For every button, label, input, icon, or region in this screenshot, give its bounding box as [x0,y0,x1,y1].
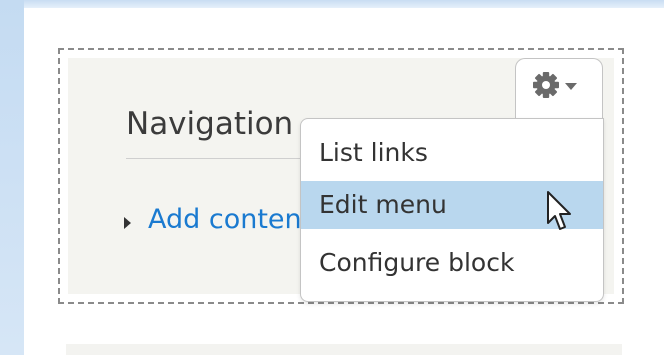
caret-down-icon [565,83,577,90]
next-block [66,344,622,355]
mouse-pointer-icon [547,191,571,230]
add-content-link[interactable]: Add content [148,204,312,235]
page-background-edge [0,0,24,355]
page-background-top [0,0,664,8]
block-title: Navigation [126,106,294,142]
menu-item-list-links[interactable]: List links [301,129,603,177]
menu-item-configure-block[interactable]: Configure block [301,239,603,287]
gear-icon [533,72,577,98]
contextual-links-trigger[interactable] [515,58,603,120]
expand-triangle-icon[interactable] [124,217,131,229]
